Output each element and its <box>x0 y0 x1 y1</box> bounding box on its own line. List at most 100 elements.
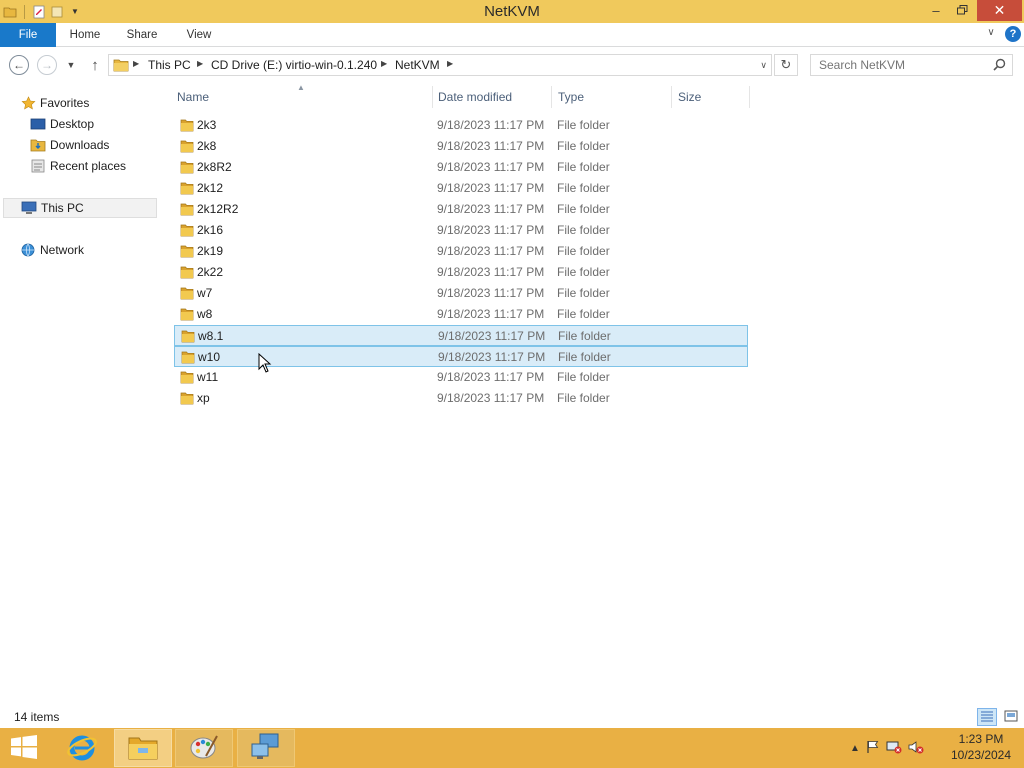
table-row[interactable]: 2k12R2 9/18/2023 11:17 PM File folder <box>174 199 748 220</box>
column-divider[interactable] <box>551 86 552 108</box>
table-row[interactable]: 2k3 9/18/2023 11:17 PM File folder <box>174 115 748 136</box>
restore-button[interactable] <box>949 0 975 21</box>
search-box[interactable] <box>810 54 1013 76</box>
tab-home[interactable]: Home <box>58 23 112 47</box>
column-header-size[interactable]: Size <box>678 86 701 108</box>
table-row[interactable]: xp 9/18/2023 11:17 PM File folder <box>174 388 748 409</box>
file-name: 2k22 <box>197 265 224 279</box>
file-date-modified: 9/18/2023 11:17 PM <box>437 307 545 321</box>
taskbar-internet-explorer[interactable] <box>53 729 111 767</box>
recent-locations-button[interactable]: ▼ <box>62 55 80 75</box>
breadcrumb-cd-drive[interactable]: CD Drive (E:) virtio-win-0.1.240 <box>211 58 377 72</box>
taskbar: ▲ 1:23 PM 10/23/2024 <box>0 728 1024 768</box>
file-explorer-icon <box>127 733 159 764</box>
file-name: xp <box>197 391 210 405</box>
taskbar-remote-desktop[interactable] <box>237 729 295 767</box>
file-date-modified: 9/18/2023 11:17 PM <box>437 265 545 279</box>
clock-time: 1:23 PM <box>958 732 1004 746</box>
file-name: 2k12 <box>197 181 224 195</box>
file-date-modified: 9/18/2023 11:17 PM <box>437 202 545 216</box>
column-header-type[interactable]: Type <box>558 86 584 108</box>
window-title: NetKVM <box>484 3 540 20</box>
help-icon[interactable]: ? <box>1005 26 1021 42</box>
address-dropdown-icon[interactable]: ∨ <box>760 60 767 71</box>
table-row[interactable]: 2k16 9/18/2023 11:17 PM File folder <box>174 220 748 241</box>
desktop-icon <box>30 116 46 132</box>
refresh-button[interactable]: ↻ <box>774 54 798 76</box>
computer-icon <box>21 200 37 216</box>
nav-item-network[interactable]: Network <box>20 240 84 260</box>
breadcrumb-netkvm[interactable]: NetKVM <box>395 58 440 72</box>
table-row[interactable]: w7 9/18/2023 11:17 PM File folder <box>174 283 748 304</box>
remote-desktop-icon <box>250 732 282 765</box>
nav-favorites[interactable]: Favorites <box>20 93 89 113</box>
search-icon[interactable] <box>993 58 1006 74</box>
breadcrumb-separator-icon[interactable]: ▶ <box>197 59 203 68</box>
minimize-icon: – <box>932 3 940 18</box>
file-type: File folder <box>557 265 610 279</box>
file-type: File folder <box>557 202 610 216</box>
up-button[interactable]: ↑ <box>85 55 105 75</box>
paint-palette-icon <box>188 732 220 765</box>
tab-file[interactable]: File <box>0 23 56 47</box>
breadcrumb-separator-icon[interactable]: ▶ <box>381 59 387 68</box>
folder-icon <box>180 391 194 412</box>
minimize-button[interactable]: – <box>922 0 950 21</box>
file-type: File folder <box>557 286 610 300</box>
file-name: w8 <box>197 307 213 321</box>
breadcrumb-separator-icon[interactable]: ▶ <box>133 59 139 68</box>
network-disconnected-icon[interactable] <box>886 740 902 757</box>
column-divider[interactable] <box>432 86 433 108</box>
table-row[interactable]: 2k22 9/18/2023 11:17 PM File folder <box>174 262 748 283</box>
nav-item-downloads[interactable]: Downloads <box>30 135 109 155</box>
expand-ribbon-icon[interactable]: ∨ <box>984 27 998 41</box>
table-row[interactable]: 2k12 9/18/2023 11:17 PM File folder <box>174 178 748 199</box>
tab-share[interactable]: Share <box>114 23 170 47</box>
table-row[interactable]: 2k8 9/18/2023 11:17 PM File folder <box>174 136 748 157</box>
column-divider[interactable] <box>671 86 672 108</box>
table-row[interactable]: 2k19 9/18/2023 11:17 PM File folder <box>174 241 748 262</box>
tab-view[interactable]: View <box>172 23 226 47</box>
system-tray: ▲ <box>850 740 924 757</box>
details-view-button[interactable] <box>977 708 997 726</box>
file-name: w8.1 <box>198 329 224 343</box>
column-header-name[interactable]: Name <box>177 86 209 108</box>
taskbar-clock[interactable]: 1:23 PM 10/23/2024 <box>944 732 1018 762</box>
breadcrumb-separator-icon[interactable]: ▶ <box>447 59 453 68</box>
close-button[interactable]: ✕ <box>977 0 1022 21</box>
column-header-date-modified[interactable]: Date modified <box>438 86 512 108</box>
nav-label: This PC <box>41 201 84 215</box>
network-icon <box>20 242 36 258</box>
action-center-flag-icon[interactable] <box>866 740 880 757</box>
refresh-icon: ↻ <box>780 57 792 72</box>
volume-muted-icon[interactable] <box>908 740 924 757</box>
table-row[interactable]: w8 9/18/2023 11:17 PM File folder <box>174 304 748 325</box>
large-icons-view-button[interactable] <box>1001 708 1021 726</box>
table-row[interactable]: w8.1 9/18/2023 11:17 PM File folder <box>174 325 748 346</box>
details-view-icon <box>980 710 994 725</box>
forward-button[interactable]: → <box>37 55 57 75</box>
address-bar[interactable]: ▶ This PC ▶ CD Drive (E:) virtio-win-0.1… <box>108 54 772 76</box>
windows-logo-icon <box>10 734 38 762</box>
folder-icon <box>113 58 129 75</box>
start-button[interactable] <box>8 734 40 762</box>
nav-label: Favorites <box>40 96 90 110</box>
search-input[interactable] <box>811 55 991 75</box>
nav-label: Recent places <box>50 159 127 173</box>
column-divider[interactable] <box>749 86 750 108</box>
show-hidden-icons-icon[interactable]: ▲ <box>850 743 860 754</box>
downloads-icon <box>30 137 46 153</box>
restore-icon <box>956 3 968 18</box>
taskbar-file-explorer[interactable] <box>114 729 172 767</box>
breadcrumb-this-pc[interactable]: This PC <box>148 58 191 72</box>
nav-item-desktop[interactable]: Desktop <box>30 114 94 134</box>
file-date-modified: 9/18/2023 11:17 PM <box>437 118 545 132</box>
back-button[interactable]: ← <box>9 55 29 75</box>
taskbar-paint[interactable] <box>175 729 233 767</box>
nav-label: Downloads <box>50 138 110 152</box>
nav-item-this-pc[interactable]: This PC <box>3 198 157 218</box>
nav-item-recent-places[interactable]: Recent places <box>30 156 126 176</box>
table-row[interactable]: 2k8R2 9/18/2023 11:17 PM File folder <box>174 157 748 178</box>
file-name: 2k8R2 <box>197 160 232 174</box>
file-date-modified: 9/18/2023 11:17 PM <box>437 286 545 300</box>
